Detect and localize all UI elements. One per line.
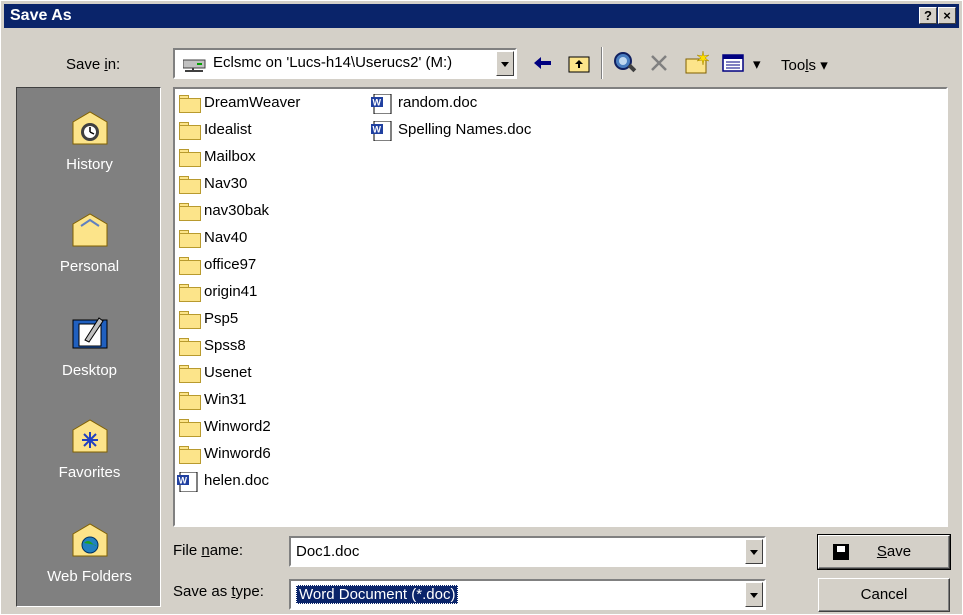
- file-name-dropdown-arrow[interactable]: [745, 539, 763, 564]
- folder-icon: [177, 391, 201, 411]
- folder-icon: [177, 202, 201, 222]
- delete-icon[interactable]: [645, 49, 673, 77]
- save-in-dropdown-arrow[interactable]: [496, 51, 514, 76]
- search-web-icon[interactable]: [611, 49, 639, 77]
- folder-icon: [177, 445, 201, 465]
- folder-icon: [177, 310, 201, 330]
- place-personal[interactable]: Personal: [17, 208, 162, 298]
- save-button[interactable]: Save: [817, 534, 951, 570]
- file-name: DreamWeaver: [204, 94, 301, 111]
- save-in-dropdown[interactable]: Eclsmc on 'Lucs-h14\Userucs2' (M:): [173, 48, 517, 79]
- file-name: Nav30: [204, 175, 248, 192]
- save-in-value: Eclsmc on 'Lucs-h14\Userucs2' (M:): [213, 54, 453, 71]
- up-folder-icon[interactable]: [565, 49, 593, 77]
- file-name: Psp5: [204, 310, 239, 327]
- save-as-type-label: Save as type:: [173, 583, 264, 600]
- file-name: Spelling Names.doc: [398, 121, 532, 138]
- folder-icon: [177, 94, 201, 114]
- word-document-icon: W: [177, 471, 199, 493]
- place-web-folders[interactable]: Web Folders: [17, 518, 162, 608]
- folder-icon: [177, 337, 201, 357]
- file-name: Usenet: [204, 364, 252, 381]
- close-button[interactable]: ×: [938, 7, 956, 24]
- file-name: Spss8: [204, 337, 246, 354]
- cancel-button[interactable]: Cancel: [818, 578, 950, 612]
- file-name-input[interactable]: Doc1.doc: [289, 536, 766, 567]
- back-icon[interactable]: [529, 49, 557, 77]
- file-name: office97: [204, 256, 257, 273]
- place-favorites[interactable]: Favorites: [17, 414, 162, 504]
- window-title: Save As: [10, 7, 72, 24]
- word-document-icon: W: [371, 120, 393, 142]
- word-document-icon: W: [371, 93, 393, 115]
- place-label: Personal: [59, 258, 120, 275]
- svg-text:W: W: [373, 125, 382, 135]
- file-name: Winword2: [204, 418, 271, 435]
- folder-icon: [177, 283, 201, 303]
- save-as-dialog: Save As ? × Save in: Eclsmc on 'Lucs-h14…: [0, 0, 963, 615]
- save-as-type-dropdown[interactable]: Word Document (*.doc): [289, 579, 766, 610]
- network-drive-icon: [183, 59, 206, 72]
- folder-icon: [177, 364, 201, 384]
- toolbar-separator: [601, 47, 603, 79]
- file-name: Nav40: [204, 229, 248, 246]
- file-name: Winword6: [204, 445, 271, 462]
- web-folders-icon: [72, 523, 108, 557]
- folder-icon: [177, 256, 201, 276]
- tools-menu[interactable]: Tools ▾: [781, 56, 828, 74]
- desktop-icon: [72, 317, 108, 349]
- place-label: Desktop: [61, 362, 118, 379]
- svg-text:W: W: [373, 98, 382, 108]
- save-as-type-dropdown-arrow[interactable]: [745, 582, 763, 607]
- place-desktop[interactable]: Desktop: [17, 312, 162, 402]
- help-button[interactable]: ?: [919, 7, 937, 24]
- file-name-label: File name:: [173, 542, 244, 559]
- save-as-type-value: Word Document (*.doc): [296, 585, 459, 604]
- folder-icon: [177, 175, 201, 195]
- place-label: Favorites: [58, 464, 121, 481]
- views-dropdown-caret[interactable]: ▾: [753, 55, 761, 73]
- place-label: Web Folders: [47, 568, 132, 585]
- places-bar: History Personal Desktop Favorites Web F…: [16, 87, 161, 607]
- title-bar[interactable]: Save As ? ×: [4, 4, 959, 28]
- history-icon: [72, 111, 108, 145]
- save-in-label: Save in:: [66, 56, 121, 73]
- svg-text:W: W: [179, 476, 188, 486]
- folder-icon: [177, 418, 201, 438]
- floppy-disk-icon: [833, 544, 849, 560]
- place-history[interactable]: History: [17, 106, 162, 196]
- file-name: origin41: [204, 283, 258, 300]
- folder-icon: [177, 121, 201, 141]
- file-name-value: Doc1.doc: [296, 543, 360, 560]
- file-name: Idealist: [204, 121, 252, 138]
- file-name: nav30bak: [204, 202, 270, 219]
- file-name: Mailbox: [204, 148, 256, 165]
- file-list[interactable]: DreamWeaver Idealist Mailbox Nav30 nav30bak N…: [173, 87, 948, 527]
- folder-icon: [177, 229, 201, 249]
- file-name: Win31: [204, 391, 247, 408]
- favorites-icon: [72, 419, 108, 453]
- views-icon[interactable]: [719, 49, 747, 77]
- file-name: random.doc: [398, 94, 478, 111]
- folder-icon: [177, 148, 201, 168]
- new-folder-icon[interactable]: [683, 49, 711, 77]
- file-name: helen.doc: [204, 472, 270, 489]
- place-label: History: [66, 156, 113, 173]
- personal-icon: [72, 213, 108, 247]
